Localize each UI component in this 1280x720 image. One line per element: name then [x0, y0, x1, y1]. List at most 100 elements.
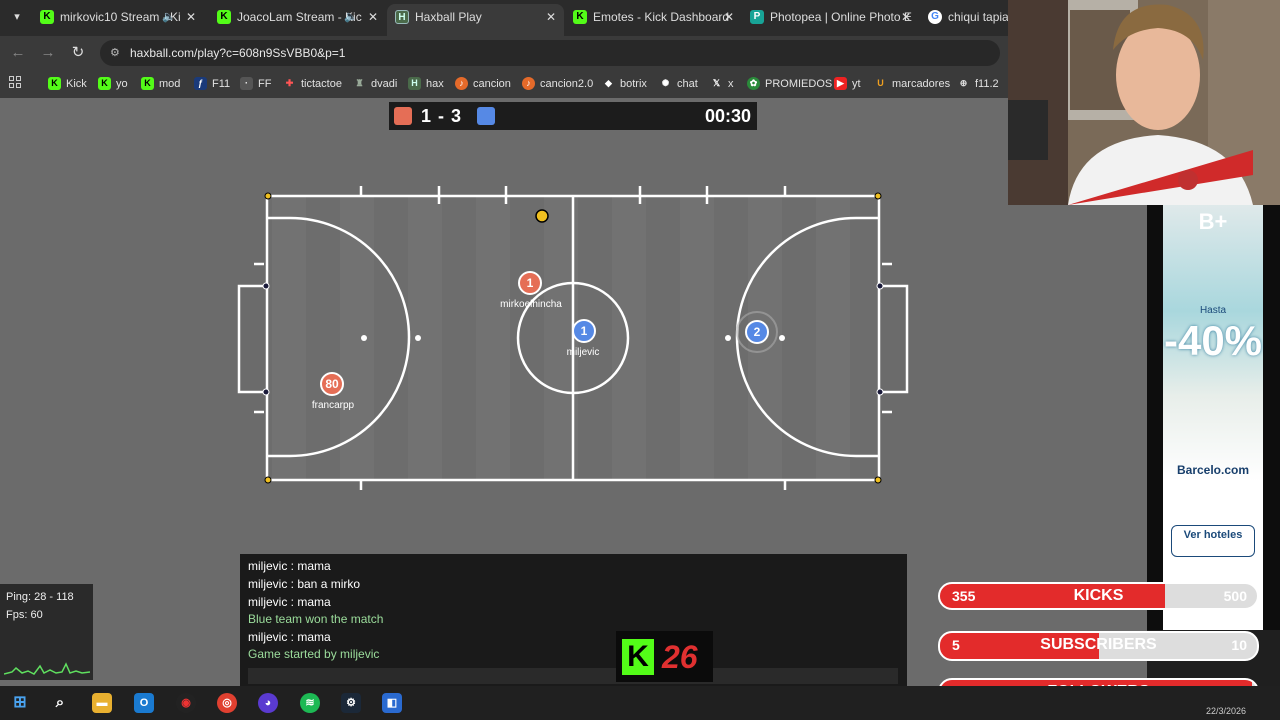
close-tab-icon[interactable]: ✕	[901, 4, 911, 30]
bookmark-chat[interactable]: ✺ chat	[659, 76, 698, 92]
kick-icon: K	[573, 10, 587, 24]
goal-label: SUBSCRIBERS	[1040, 636, 1157, 653]
tab-photopea[interactable]: P Photopea | Online Photo E ✕	[742, 4, 919, 36]
chat-input[interactable]	[248, 668, 898, 684]
goal-label: KICKS	[1073, 587, 1124, 604]
bookmark-mod[interactable]: Kmod	[141, 76, 180, 92]
search-icon[interactable]: ⌕	[50, 693, 70, 713]
bookmark-f11[interactable]: ƒ F11	[194, 76, 230, 92]
dvadi-icon: ♜	[355, 78, 364, 88]
kick-logo-icon: K	[622, 639, 654, 675]
speaker-icon[interactable]: 🔈	[344, 4, 358, 30]
chatgpt-icon: ✺	[661, 78, 670, 88]
player-name: francarpp	[311, 400, 355, 411]
kick-icon: K	[48, 77, 61, 90]
discord-icon[interactable]: ◕	[258, 693, 278, 713]
bookmark-cancion2[interactable]: ♪ cancion2.0	[522, 76, 593, 92]
back-icon[interactable]: ←	[8, 43, 28, 63]
bookmark-x[interactable]: 𝕏x	[710, 76, 734, 92]
kick-icon: K	[217, 10, 231, 24]
youtube-icon: ▶	[834, 77, 847, 90]
bookmarks-bar: K Kick Kyo Kmod ƒ F11 · FF ✚ tictactoe ♜ dvad…	[0, 70, 1008, 98]
player-blue: 1	[572, 319, 596, 343]
bookmark-promiedos[interactable]: ✿ PROMIEDOS	[747, 76, 832, 92]
bookmark-kick[interactable]: K Kick	[48, 76, 87, 92]
tab-title: Emotes - Kick Dashboard	[593, 10, 730, 24]
chat-message: miljevic : mama	[248, 595, 331, 609]
tab-google[interactable]: G chiqui tapia -	[920, 4, 1008, 36]
tab-haxball[interactable]: H Haxball Play ✕	[387, 4, 564, 36]
page-icon: ·	[240, 77, 253, 90]
kick-count-overlay: K 26	[616, 631, 713, 682]
ping-graph	[4, 662, 90, 675]
ball	[535, 209, 549, 223]
tab-emotes[interactable]: K Emotes - Kick Dashboard ✕	[565, 4, 742, 36]
outlook-icon[interactable]: O	[134, 693, 154, 713]
player-name: miljevic	[566, 347, 600, 358]
chat-message: miljevic : mama	[248, 630, 331, 644]
bookmark-f11-2[interactable]: ⊕ f11.2	[957, 76, 999, 92]
bookmark-ff[interactable]: · FF	[240, 76, 271, 92]
goal-target: 10	[1231, 637, 1247, 653]
tab-mirkovic10[interactable]: K mirkovic10 Stream - Ki 🔈 ✕	[32, 4, 204, 36]
ad-brand: B+	[1198, 209, 1228, 234]
close-tab-icon[interactable]: ✕	[546, 4, 556, 30]
bookmark-botrix[interactable]: ◆ botrix	[602, 76, 647, 92]
taskbar-date: 22/3/2026	[1205, 706, 1246, 716]
url-text: haxball.com/play?c=608n9SsVBB0&p=1	[130, 46, 346, 60]
reload-icon[interactable]: ↻	[68, 43, 88, 63]
spotify-icon[interactable]: ≋	[300, 693, 320, 713]
bookmark-tictactoe[interactable]: ✚ tictactoe	[283, 76, 342, 92]
player-blue: 2	[745, 320, 769, 344]
tab-title: chiqui tapia -	[948, 10, 1008, 24]
bookmark-dvadi[interactable]: ♜ dvadi	[353, 76, 397, 92]
promiedos-icon: ✿	[747, 77, 760, 90]
ad-cta-button[interactable]: Ver hoteles	[1171, 525, 1255, 557]
ad-site: Barcelo.com	[1176, 463, 1250, 477]
bookmark-cancion[interactable]: ♪ cancion	[455, 76, 511, 92]
fps-text: Fps: 60	[6, 609, 43, 621]
webcam-image	[1008, 0, 1280, 205]
tictactoe-icon: ✚	[285, 78, 294, 88]
player-red: 80	[320, 372, 344, 396]
goal-target: 500	[1223, 588, 1247, 604]
windows-taskbar: ⊞ ⌕ ▬ O ◉ ◎ ◕ ≋ ⚙ ◧ 22/3/2026	[0, 686, 1280, 720]
bookmark-marcadores[interactable]: Umarcadores	[874, 76, 950, 92]
photopea-icon: P	[750, 10, 764, 24]
botrix-icon: ◆	[605, 78, 612, 88]
ad-banner[interactable]: B+ Hasta -40% Barcelo.com Ver hoteles	[1147, 205, 1280, 630]
ad-discount: -40%	[1163, 317, 1263, 364]
steam-icon[interactable]: ⚙	[341, 693, 361, 713]
site-info-icon[interactable]: ⚙	[110, 40, 120, 66]
tab-title: Photopea | Online Photo E	[770, 10, 912, 24]
file-explorer-icon[interactable]: ▬	[92, 693, 112, 713]
close-tab-icon[interactable]: ✕	[368, 4, 378, 30]
kick-icon: K	[98, 77, 111, 90]
app-icon[interactable]: ◉	[176, 693, 196, 713]
close-tab-icon[interactable]: ✕	[186, 4, 196, 30]
chrome-icon[interactable]: ◎	[217, 693, 237, 713]
chat-system-message: Game started by miljevic	[248, 647, 380, 661]
goal-kicks: 355 KICKS 500	[938, 582, 1259, 610]
bookmark-yo[interactable]: Kyo	[98, 76, 128, 92]
tab-search-icon[interactable]: ▾	[6, 6, 28, 28]
chat-message: miljevic : mama	[248, 559, 331, 573]
bookmark-hax[interactable]: Hhax	[408, 76, 444, 92]
network-stats: Ping: 28 - 118 Fps: 60	[0, 584, 93, 680]
goal-subscribers: 5 SUBSCRIBERS 10	[938, 631, 1259, 661]
speaker-icon[interactable]: 🔈	[162, 4, 176, 30]
bookmark-yt[interactable]: ▶ yt	[834, 76, 861, 92]
windows-start-icon[interactable]: ⊞	[10, 693, 30, 713]
tab-joacolam[interactable]: K JoacoLam Stream - Kic 🔈 ✕	[209, 4, 386, 36]
tab-title: Haxball Play	[415, 10, 482, 24]
tab-bar: ▾ K mirkovic10 Stream - Ki 🔈 ✕ K JoacoLa…	[0, 0, 1008, 36]
google-icon: G	[928, 10, 942, 24]
haxball-icon: H	[395, 10, 409, 24]
apps-grid-icon[interactable]	[9, 76, 23, 90]
forward-icon[interactable]: →	[38, 43, 58, 63]
f11-icon: ƒ	[194, 77, 207, 90]
app-icon[interactable]: ◧	[382, 693, 402, 713]
url-field[interactable]: ⚙ haxball.com/play?c=608n9SsVBB0&p=1	[100, 40, 1000, 66]
ad-content: B+ Hasta -40% Barcelo.com Ver hoteles	[1163, 205, 1263, 630]
close-tab-icon[interactable]: ✕	[724, 4, 734, 30]
